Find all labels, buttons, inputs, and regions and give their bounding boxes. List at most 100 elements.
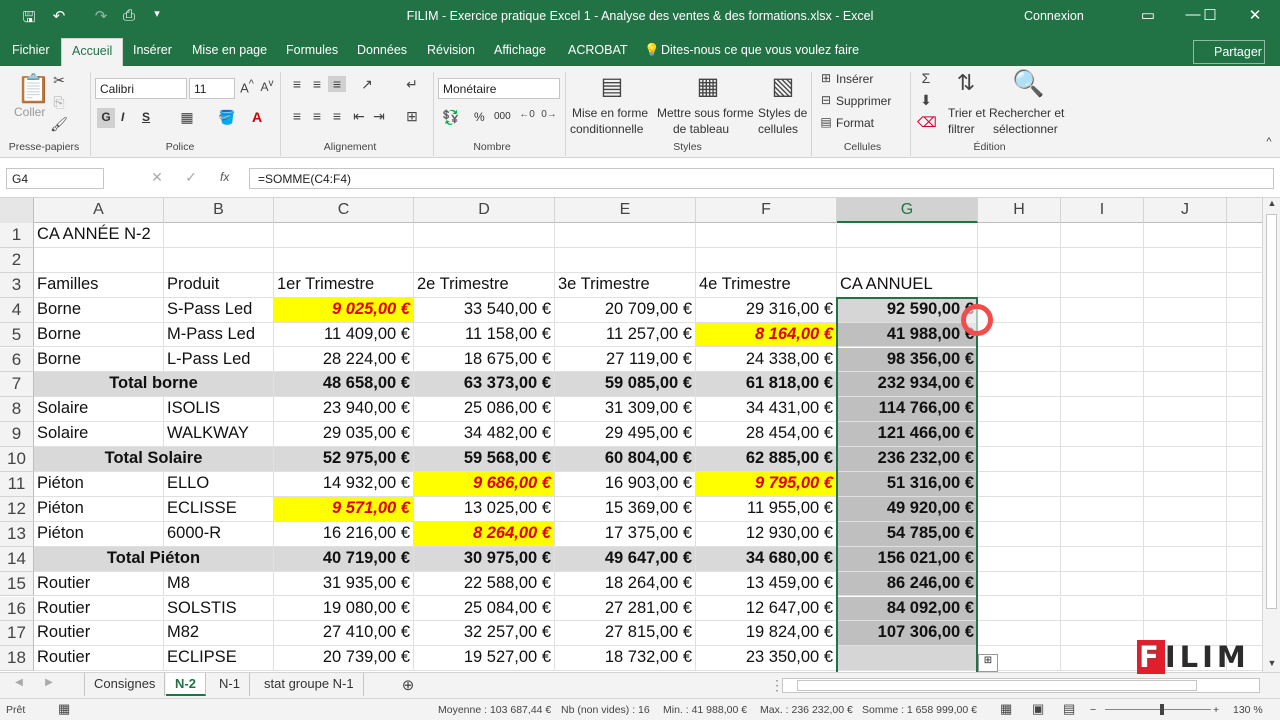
zoom-level[interactable]: 130 %	[1233, 704, 1263, 716]
font-color-icon[interactable]: A	[248, 109, 266, 125]
cell-h[interactable]	[978, 621, 1061, 647]
underline-button[interactable]: S	[142, 110, 150, 124]
cell-f[interactable]: 19 824,00 €	[696, 621, 837, 647]
zoom-out-icon[interactable]: −	[1090, 704, 1096, 716]
decrease-decimal-icon[interactable]: 0→	[540, 109, 558, 120]
cell-b[interactable]: M82	[164, 621, 274, 647]
cell-k[interactable]	[1227, 447, 1262, 472]
cell-a[interactable]: Routier	[34, 571, 164, 597]
cell-i[interactable]	[1061, 297, 1144, 323]
cell-h[interactable]	[978, 247, 1061, 273]
sort-filter-icon[interactable]: ⇅	[953, 70, 979, 96]
cell-k[interactable]	[1227, 597, 1262, 622]
cell-e[interactable]: 49 647,00 €	[555, 546, 696, 572]
accounting-format-icon[interactable]: 💱	[442, 109, 460, 126]
column-header-d[interactable]: D	[414, 198, 555, 223]
cell-d[interactable]: 33 540,00 €	[414, 297, 555, 323]
sign-in-link[interactable]: Connexion	[1024, 9, 1084, 23]
new-sheet-icon[interactable]: ⊕	[399, 676, 417, 694]
cell-h[interactable]	[978, 496, 1061, 522]
cell-d[interactable]: 63 373,00 €	[414, 372, 555, 398]
cell-b[interactable]	[164, 247, 274, 273]
row-header[interactable]: 13	[0, 521, 34, 547]
row-header[interactable]: 14	[0, 546, 34, 572]
cell-b[interactable]: WALKWAY	[164, 422, 274, 448]
cell-d[interactable]	[414, 223, 555, 248]
cell-b[interactable]: ELLO	[164, 472, 274, 497]
sort-filter-label-2[interactable]: filtrer	[948, 122, 975, 136]
column-header-a[interactable]: A	[34, 198, 164, 223]
sheet-tab-consignes[interactable]: Consignes	[84, 673, 166, 696]
cell-d[interactable]	[414, 247, 555, 273]
cell-a[interactable]: Piéton	[34, 521, 164, 547]
cell-e[interactable]: 15 369,00 €	[555, 496, 696, 522]
cell-f[interactable]: 24 338,00 €	[696, 347, 837, 373]
cell-k[interactable]	[1227, 348, 1262, 373]
cell-j[interactable]	[1144, 247, 1227, 273]
cell-b[interactable]	[164, 223, 274, 248]
cell-i[interactable]	[1061, 521, 1144, 547]
cell-c[interactable]: 31 935,00 €	[274, 571, 414, 597]
enter-icon[interactable]: ✓	[182, 169, 200, 186]
cell-a[interactable]: Solaire	[34, 397, 164, 423]
tab-revision[interactable]: Révision	[427, 43, 475, 57]
delete-cells-button[interactable]: Supprimer	[836, 94, 891, 108]
cell-j[interactable]	[1144, 347, 1227, 373]
cell-k[interactable]	[1227, 273, 1262, 298]
cell-a[interactable]: Routier	[34, 646, 164, 672]
zoom-in-icon[interactable]: +	[1213, 704, 1219, 716]
cell-a[interactable]: Familles	[34, 272, 164, 298]
row-header[interactable]: 3	[0, 272, 34, 298]
cell-h[interactable]	[978, 571, 1061, 597]
format-cells-button[interactable]: Format	[836, 116, 874, 130]
row-header[interactable]: 7	[0, 372, 34, 398]
cell-d[interactable]: 2e Trimestre	[414, 272, 555, 298]
cell-j[interactable]	[1144, 571, 1227, 597]
cell-k[interactable]	[1227, 223, 1262, 248]
row-header[interactable]: 16	[0, 596, 34, 622]
sheet-tab-n-1[interactable]: N-1	[210, 673, 250, 696]
cell-a[interactable]: CA ANNÉE N-2	[34, 223, 164, 248]
horizontal-scroll-thumb[interactable]	[797, 680, 1197, 691]
cell-k[interactable]	[1227, 472, 1262, 497]
merge-center-icon[interactable]: ⊞	[403, 108, 421, 125]
cell-g[interactable]: 236 232,00 €	[837, 447, 978, 472]
cell-e[interactable]: 59 085,00 €	[555, 372, 696, 398]
column-header-f[interactable]: F	[696, 198, 837, 223]
column-header-j[interactable]: J	[1144, 198, 1227, 223]
cell-b[interactable]: SOLSTIS	[164, 596, 274, 622]
cell-j[interactable]	[1144, 397, 1227, 423]
align-top-icon[interactable]: ≡	[288, 76, 306, 92]
cell-c[interactable]: 9 025,00 €	[274, 297, 414, 323]
tab-fichier[interactable]: Fichier	[12, 43, 50, 57]
cell-k[interactable]	[1227, 397, 1262, 423]
cell-a[interactable]	[34, 247, 164, 273]
align-center-icon[interactable]: ≡	[308, 108, 326, 124]
name-box[interactable]: G4	[6, 168, 104, 189]
cell-j[interactable]	[1144, 297, 1227, 323]
cell-k[interactable]	[1227, 422, 1262, 448]
cancel-icon[interactable]: ✕	[148, 169, 166, 186]
cell-d[interactable]: 25 084,00 €	[414, 596, 555, 622]
cell-d[interactable]: 32 257,00 €	[414, 621, 555, 647]
spreadsheet-grid[interactable]: ABCDEFGHIJ 1 CA ANNÉE N-2 2 3 Familles Produi…	[0, 198, 1262, 672]
cell-h[interactable]	[978, 223, 1061, 248]
clear-icon[interactable]: ⌫	[917, 114, 937, 131]
cell-styles-label-2[interactable]: cellules	[758, 122, 798, 136]
cell-c[interactable]: 28 224,00 €	[274, 347, 414, 373]
status-min[interactable]: Min. : 41 988,00 €	[663, 704, 747, 716]
conditional-formatting-icon[interactable]: ▤	[597, 72, 627, 101]
cell-styles-label-1[interactable]: Styles de	[758, 106, 807, 120]
cell-a[interactable]: Piéton	[34, 472, 164, 497]
row-header[interactable]: 18	[0, 646, 34, 672]
wrap-text-icon[interactable]: ↵	[403, 76, 421, 93]
select-all-corner[interactable]	[0, 198, 34, 223]
insert-cells-icon[interactable]: ⊞	[817, 71, 835, 85]
cell-f[interactable]: 23 350,00 €	[696, 646, 837, 672]
cell-g[interactable]: 121 466,00 €	[837, 422, 978, 448]
cell-g[interactable]: 51 316,00 €	[837, 472, 978, 497]
cell-a[interactable]: Borne	[34, 322, 164, 348]
cell-e[interactable]: 17 375,00 €	[555, 521, 696, 547]
italic-button[interactable]: I	[121, 110, 124, 124]
cell-c[interactable]: 16 216,00 €	[274, 521, 414, 547]
